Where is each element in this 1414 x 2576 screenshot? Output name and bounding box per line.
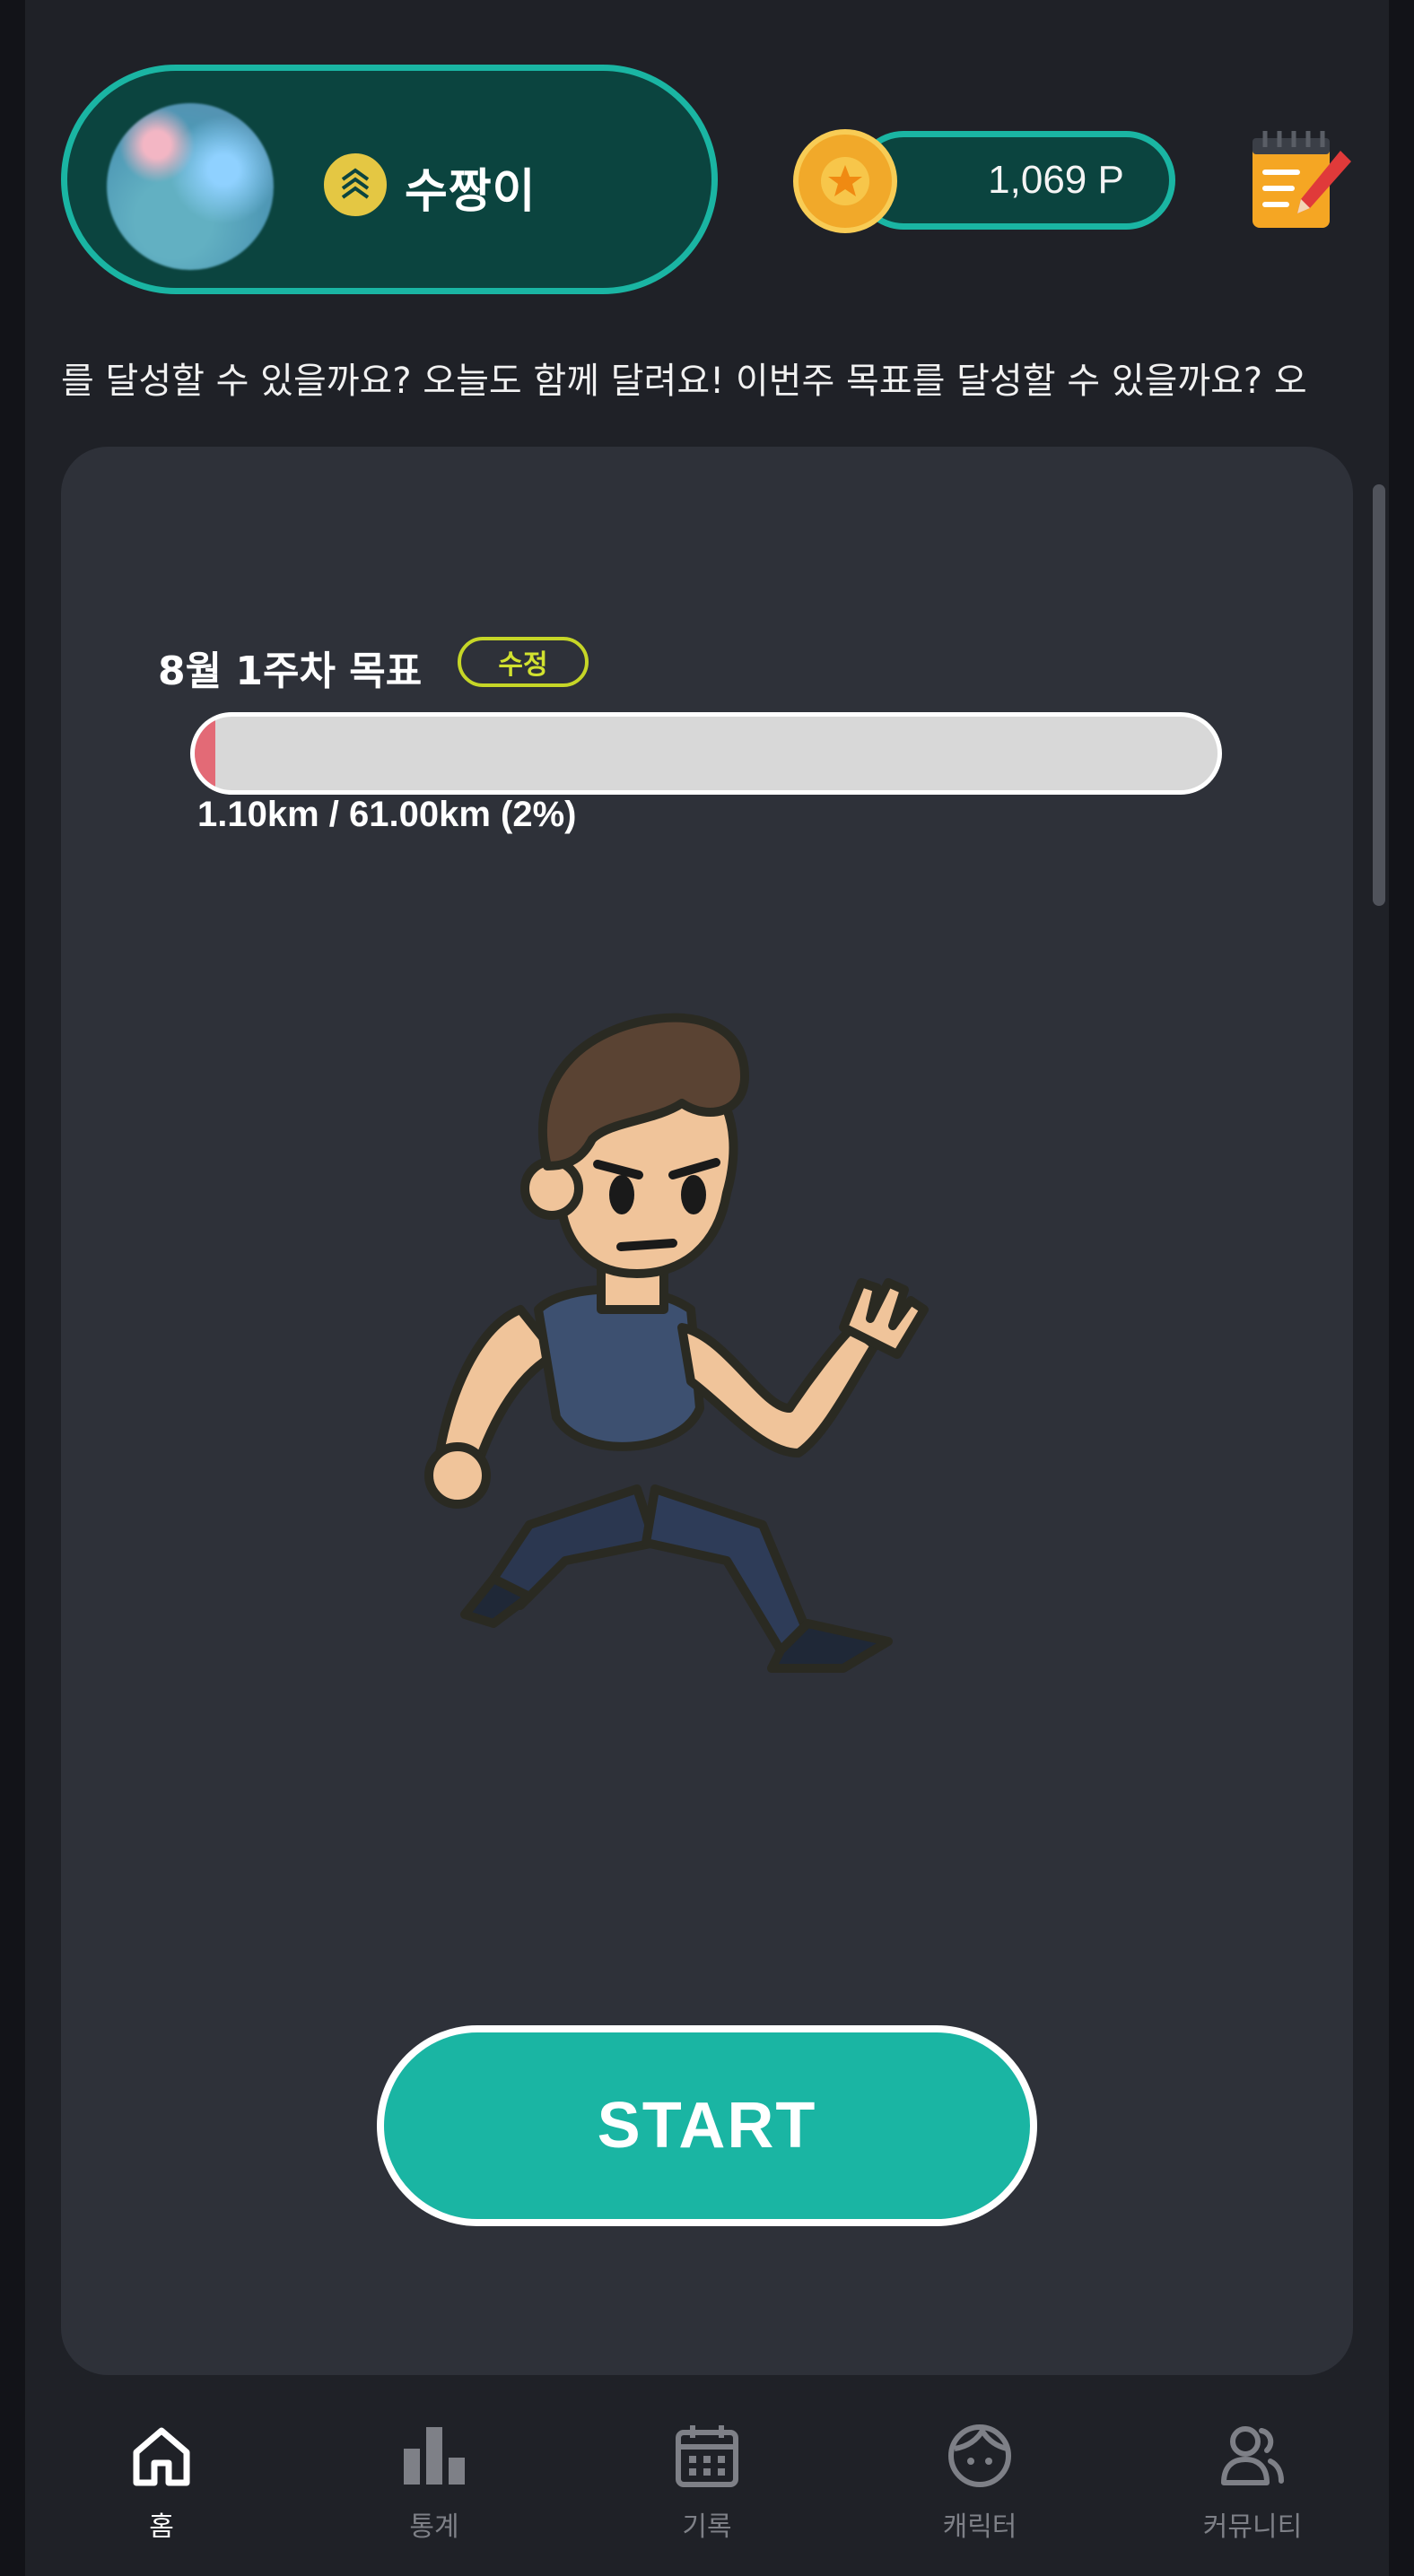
chart-bars-icon [398,2420,470,2492]
nav-label-community: 커뮤니티 [1202,2511,1303,2543]
nav-item-stats[interactable]: 통계 [298,2382,571,2576]
goal-progress-fill [195,717,215,790]
scrollbar[interactable] [1373,484,1385,906]
nav-label-stats: 통계 [409,2511,459,2543]
rank-badge-icon [320,150,390,220]
goal-title: 8월 1주차 목표 [158,648,423,694]
nav-label-home: 홈 [149,2511,174,2543]
notepad-icon[interactable] [1247,126,1355,233]
frame-left-edge [0,0,25,2576]
start-button[interactable]: START [377,2025,1037,2226]
points-pill[interactable]: 1,069 P [854,131,1175,230]
points-value: 1,069 P [988,158,1124,202]
running-character-illustration[interactable] [386,987,1032,1812]
nav-label-records: 기록 [682,2511,732,2543]
home-icon [126,2420,197,2492]
marquee-message: 를 달성할 수 있을까요? 오늘도 함께 달려요! 이번주 목표를 달성할 수 … [61,361,1307,398]
profile-pill[interactable]: 수짱이 [61,65,718,294]
nav-item-home[interactable]: 홈 [25,2382,298,2576]
avatar[interactable] [107,103,274,270]
nickname: 수짱이 [405,165,537,219]
goal-progress-text: 1.10km / 61.00km (2%) [197,795,577,834]
nav-item-community[interactable]: 커뮤니티 [1116,2382,1389,2576]
frame-right-edge [1389,0,1414,2576]
community-icon [1217,2420,1288,2492]
nav-label-character: 캐릭터 [942,2511,1017,2543]
bottom-nav: 홈 통계 기록 캐릭터 커뮤니티 [25,2382,1389,2576]
character-face-icon [944,2420,1016,2492]
nav-item-character[interactable]: 캐릭터 [843,2382,1116,2576]
calendar-icon [671,2420,743,2492]
edit-goal-button[interactable]: 수정 [458,637,589,687]
goal-progress-bar [190,712,1222,795]
nav-item-records[interactable]: 기록 [571,2382,843,2576]
coin-star-icon [793,129,897,233]
